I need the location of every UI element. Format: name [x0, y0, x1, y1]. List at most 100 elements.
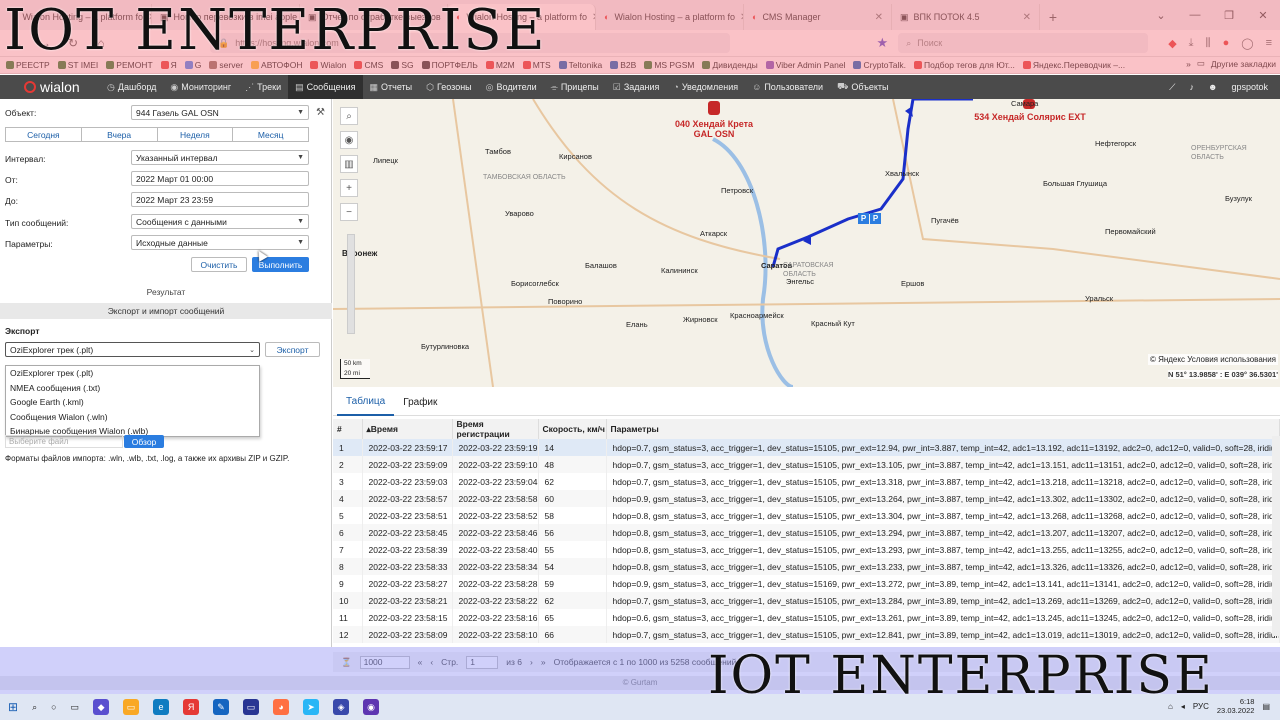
bookmark[interactable]: Teltonika: [558, 60, 602, 70]
restore-icon[interactable]: ❐: [1212, 0, 1246, 30]
export-button[interactable]: Экспорт: [265, 342, 320, 357]
table-row[interactable]: 12 2022-03-22 23:58:09 2022-03-22 23:58:10…: [333, 626, 1280, 643]
tab-list-icon[interactable]: ⌄: [1144, 0, 1178, 30]
menu-notifications[interactable]: ◔ Уведомления: [666, 75, 745, 99]
wialon-logo[interactable]: wialon: [0, 75, 100, 99]
bookmark[interactable]: Дивиденды: [702, 60, 758, 70]
firefox-icon[interactable]: ◕: [273, 699, 290, 715]
bookmark-star-icon[interactable]: ★: [877, 35, 889, 51]
column-header[interactable]: #: [333, 419, 363, 439]
bell-icon[interactable]: ♪: [1189, 82, 1194, 92]
parameters-select[interactable]: Исходные данные ▼: [131, 235, 309, 250]
tab-table[interactable]: Таблица: [337, 390, 395, 416]
bookmark[interactable]: B2B: [610, 60, 636, 70]
close-icon[interactable]: ✕: [1023, 12, 1031, 23]
taskbar-app-icon[interactable]: ◆: [93, 699, 110, 715]
export-option[interactable]: OziExplorer трек (.plt): [6, 366, 259, 381]
map-search-icon[interactable]: ⌕: [340, 107, 358, 125]
adblock-icon[interactable]: ●: [1223, 37, 1230, 50]
export-option[interactable]: Сообщения Wialon (.wln): [6, 410, 259, 425]
page-input[interactable]: 1: [466, 655, 499, 669]
column-header[interactable]: Параметры: [606, 419, 1280, 439]
menu-tracks[interactable]: ⋰ Треки: [238, 75, 288, 99]
wrench-icon[interactable]: ⚒: [316, 107, 325, 118]
taskbar-app-icon[interactable]: ▭: [243, 699, 260, 715]
search-icon[interactable]: ⌕: [32, 702, 37, 713]
filter-icon[interactable]: ⏳: [341, 657, 352, 668]
download-icon[interactable]: ⤓: [1189, 37, 1194, 50]
menu-messages[interactable]: ▤ Сообщения: [288, 75, 363, 99]
prev-page-icon[interactable]: ‹: [430, 657, 433, 667]
table-row[interactable]: 8 2022-03-22 23:58:33 2022-03-22 23:58:34 5…: [333, 558, 1280, 575]
menu-drivers[interactable]: ◎ Водители: [479, 75, 544, 99]
to-date-input[interactable]: 2022 Март 23 23:59: [131, 192, 309, 207]
zoom-slider[interactable]: [347, 234, 355, 334]
table-row[interactable]: 9 2022-03-22 23:58:27 2022-03-22 23:58:28 5…: [333, 575, 1280, 592]
table-row[interactable]: 5 2022-03-22 23:58:51 2022-03-22 23:58:52 5…: [333, 507, 1280, 524]
taskbar-app-icon[interactable]: ◉: [363, 699, 380, 715]
parking-marker[interactable]: P: [870, 213, 881, 224]
search-input[interactable]: ⌕ Поиск: [898, 33, 1149, 53]
clear-button[interactable]: Очистить: [191, 257, 247, 272]
browser-tab[interactable]: ▣ ВПК ПОТОК 4.5 ✕: [892, 4, 1040, 30]
map-copyright[interactable]: © Яндекс Условия использования: [1147, 354, 1278, 365]
library-icon[interactable]: ⫼: [1206, 37, 1211, 50]
next-page-icon[interactable]: ›: [530, 657, 533, 667]
table-row[interactable]: 10 2022-03-22 23:58:21 2022-03-22 23:58:22…: [333, 592, 1280, 609]
menu-units[interactable]: ⛟ Объекты: [830, 75, 895, 99]
zoom-out-icon[interactable]: −: [340, 203, 358, 221]
parking-marker[interactable]: P: [858, 213, 869, 224]
notification-icon[interactable]: ▤: [1262, 702, 1270, 711]
menu-icon[interactable]: ≡: [1266, 37, 1272, 50]
table-row[interactable]: 3 2022-03-22 23:59:03 2022-03-22 23:59:04 6…: [333, 473, 1280, 490]
first-page-icon[interactable]: «: [418, 657, 423, 667]
account-icon[interactable]: ◯: [1241, 37, 1253, 50]
export-format-select[interactable]: OziExplorer трек (.plt) ⌄: [5, 342, 260, 357]
cortana-icon[interactable]: ○: [51, 702, 56, 712]
menu-dashboard[interactable]: ◷ Дашборд: [100, 75, 163, 99]
export-option[interactable]: NMEA сообщения (.txt): [6, 381, 259, 396]
export-option[interactable]: Google Earth (.kml): [6, 395, 259, 410]
table-row[interactable]: 4 2022-03-22 23:58:57 2022-03-22 23:58:58 6…: [333, 490, 1280, 507]
taskbar-app-icon[interactable]: ▭: [123, 699, 140, 715]
yandex-icon[interactable]: Я: [183, 699, 200, 715]
menu-geofences[interactable]: ⬡ Геозоны: [419, 75, 479, 99]
last-page-icon[interactable]: »: [541, 657, 546, 667]
new-tab-button[interactable]: +: [1040, 4, 1066, 30]
map-grid-icon[interactable]: ▥: [340, 155, 358, 173]
period-month[interactable]: Месяц: [233, 128, 308, 141]
browse-button[interactable]: Обзор: [124, 435, 164, 448]
browser-tab[interactable]: ◐ CMS Manager ✕: [744, 4, 892, 30]
bookmark[interactable]: Подбор тегов для Ют...: [913, 60, 1015, 70]
table-row[interactable]: 1 2022-03-22 23:59:17 2022-03-22 23:59:19 1…: [333, 439, 1280, 456]
browser-tab[interactable]: ◐Wialon Hosting – a platform fo✕: [596, 4, 744, 30]
close-window-icon[interactable]: ✕: [1246, 0, 1280, 30]
chevron-right-icon[interactable]: »: [1186, 59, 1191, 69]
table-row[interactable]: 6 2022-03-22 23:58:45 2022-03-22 23:58:46 5…: [333, 524, 1280, 541]
map-layers-icon[interactable]: ◉: [340, 131, 358, 149]
taskbar-app-icon[interactable]: ✎: [213, 699, 230, 715]
period-yesterday[interactable]: Вчера: [82, 128, 158, 141]
table-scrollbar[interactable]: [1272, 436, 1280, 636]
table-row[interactable]: 11 2022-03-22 23:58:15 2022-03-22 23:58:16…: [333, 609, 1280, 626]
file-input[interactable]: Выберите файл: [5, 435, 123, 448]
minimize-icon[interactable]: —: [1178, 0, 1212, 30]
page-size-select[interactable]: 1000: [359, 655, 410, 669]
clock[interactable]: 6:18 23.03.2022: [1217, 697, 1255, 715]
bookmark[interactable]: Яндекс.Переводчик –...: [1022, 60, 1125, 70]
map-view[interactable]: P P 040 Хендай Крета GAL OSN 534 Хендай …: [333, 99, 1280, 387]
object-select[interactable]: 944 Газель GAL OSN ▼: [131, 105, 309, 120]
taskbar-app-icon[interactable]: ◈: [333, 699, 350, 715]
table-row[interactable]: 7 2022-03-22 23:58:39 2022-03-22 23:58:40 5…: [333, 541, 1280, 558]
period-week[interactable]: Неделя: [158, 128, 234, 141]
menu-trailers[interactable]: ⌯ Прицепы: [544, 75, 606, 99]
username[interactable]: gpspotok: [1231, 82, 1268, 92]
column-header[interactable]: Скорость, км/ч: [538, 419, 607, 439]
menu-monitoring[interactable]: ◉ Мониторинг: [163, 75, 238, 99]
zoom-in-icon[interactable]: +: [340, 179, 358, 197]
menu-reports[interactable]: ▦ Отчеты: [363, 75, 420, 99]
pocket-icon[interactable]: ◆: [1168, 37, 1176, 50]
bookmark[interactable]: MS PGSM: [644, 60, 694, 70]
column-header-sorted[interactable]: ▴Время: [362, 419, 453, 439]
chart-icon[interactable]: ⟋: [1169, 82, 1175, 93]
